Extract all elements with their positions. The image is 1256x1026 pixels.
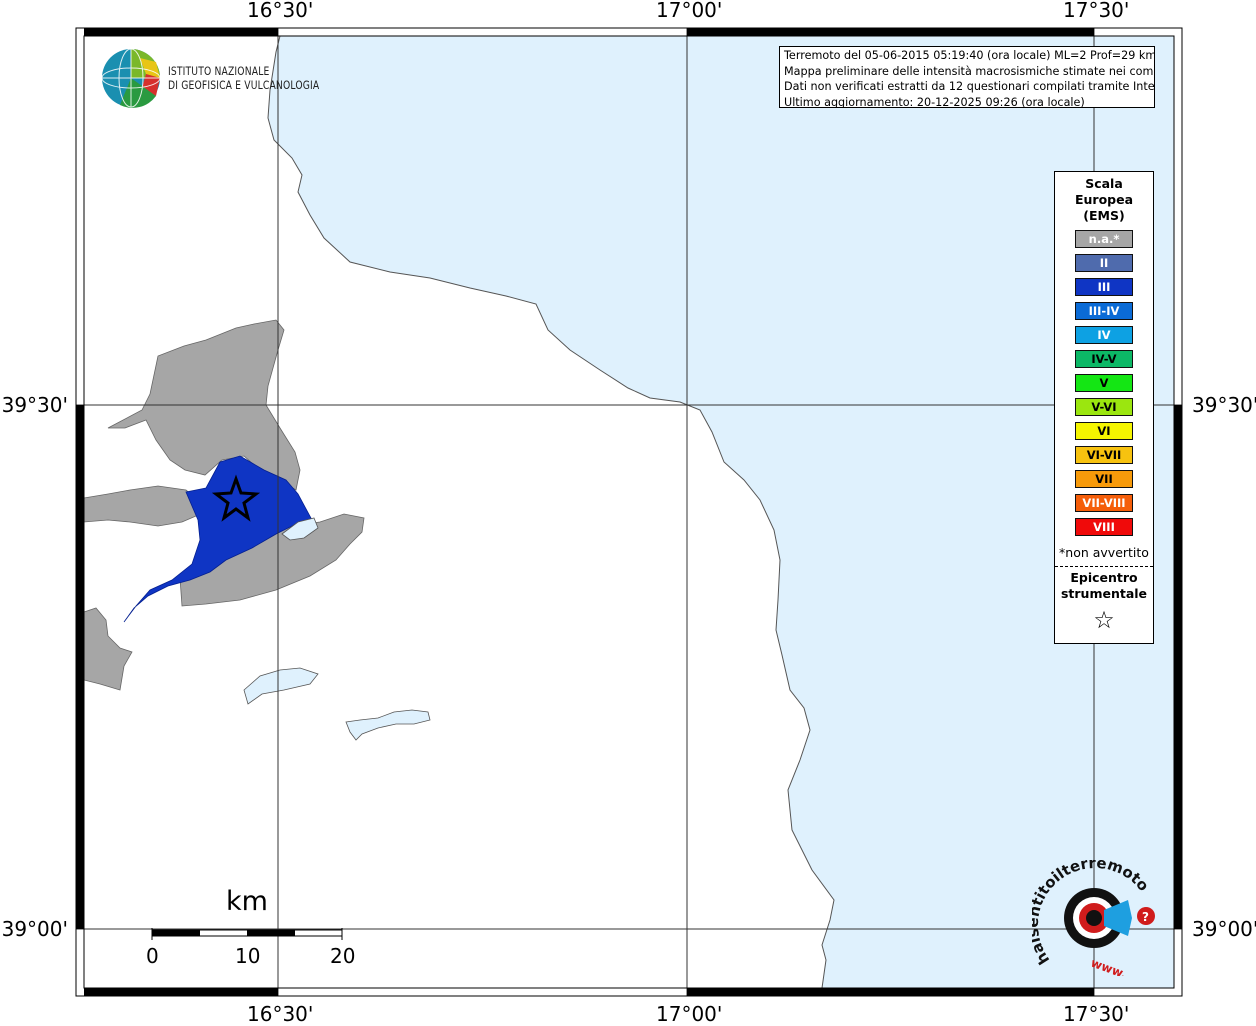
legend-swatch-viii: VIII	[1075, 518, 1133, 536]
lat-label-right-3900: 39°00'	[1192, 917, 1256, 941]
lat-label-right-3930: 39°30'	[1192, 393, 1256, 417]
legend-title: Scala Europea (EMS)	[1055, 176, 1153, 224]
scale-tick-0: 0	[146, 944, 159, 968]
legend-title-line-3: (EMS)	[1083, 208, 1125, 223]
haisentito-logo: haisentitoilterremoto.it ? www.	[1032, 860, 1155, 976]
legend-swatch-iv-v: IV-V	[1075, 350, 1133, 368]
legend-swatch-iv: IV	[1075, 326, 1133, 344]
legend-title-line-1: Scala	[1085, 176, 1123, 191]
institute-name: ISTITUTO NAZIONALE DI GEOFISICA E VULCAN…	[168, 64, 319, 92]
legend-epicenter-label: Epicentro strumentale	[1055, 570, 1153, 602]
legend-swatch-list: n.a.* II III III-IV IV IV-V V V-VI VI VI-VII VII VI…	[1055, 230, 1153, 536]
legend-title-line-2: Europea	[1074, 192, 1134, 207]
earthquake-info-box: Terremoto del 05-06-2015 05:19:40 (ora l…	[779, 46, 1155, 108]
legend-swatch-iii: III	[1075, 278, 1133, 296]
legend-swatch-vi-vii: VI-VII	[1075, 446, 1133, 464]
ems-legend: Scala Europea (EMS) n.a.* II III III-IV IV IV…	[1054, 171, 1154, 644]
legend-swatch-v: V	[1075, 374, 1133, 392]
legend-separator	[1055, 566, 1153, 567]
lon-label-bottom-1730: 17°30'	[1063, 1002, 1130, 1026]
haisentito-www-text: www.	[1089, 956, 1129, 976]
lon-label-top-1730: 17°30'	[1063, 0, 1130, 22]
institute-line-1: ISTITUTO NAZIONALE	[168, 64, 270, 78]
info-line-2: Mappa preliminare delle intensità macros…	[784, 64, 1155, 78]
legend-swatch-v-vi: V-VI	[1075, 398, 1133, 416]
lat-label-left-3930: 39°30'	[1, 393, 68, 417]
lon-label-bottom-1700: 17°00'	[656, 1002, 723, 1026]
lon-label-bottom-1630: 16°30'	[247, 1002, 314, 1026]
lon-label-top-1630: 16°30'	[247, 0, 314, 22]
legend-swatch-ii: II	[1075, 254, 1133, 272]
legend-swatch-vii-viii: VII-VIII	[1075, 494, 1133, 512]
legend-swatch-n-a: n.a.*	[1075, 230, 1133, 248]
lat-label-left-3900: 39°00'	[1, 917, 68, 941]
info-line-3: Dati non verificati estratti da 12 quest…	[784, 80, 1155, 93]
legend-swatch-vii: VII	[1075, 470, 1133, 488]
legend-note: *non avvertito	[1059, 545, 1149, 560]
legend-swatch-iii-iv: III-IV	[1075, 302, 1133, 320]
legend-star-icon: ☆	[1093, 606, 1115, 634]
legend-epicenter-line-2: strumentale	[1060, 586, 1148, 601]
info-line-1: Terremoto del 05-06-2015 05:19:40 (ora l…	[784, 49, 1155, 62]
scale-unit-label: km	[226, 886, 268, 917]
legend-swatch-vi: VI	[1075, 422, 1133, 440]
info-line-4: Ultimo aggiornamento: 20-12-2025 09:26 (…	[784, 95, 1085, 108]
lon-label-top-1700: 17°00'	[656, 0, 723, 22]
svg-text:?: ?	[1142, 910, 1149, 924]
scale-tick-20: 20	[330, 944, 356, 968]
legend-epicenter-line-1: Epicentro	[1070, 570, 1138, 585]
scale-tick-10: 10	[235, 944, 261, 968]
institute-line-2: DI GEOFISICA E VULCANOLOGIA	[168, 78, 320, 92]
